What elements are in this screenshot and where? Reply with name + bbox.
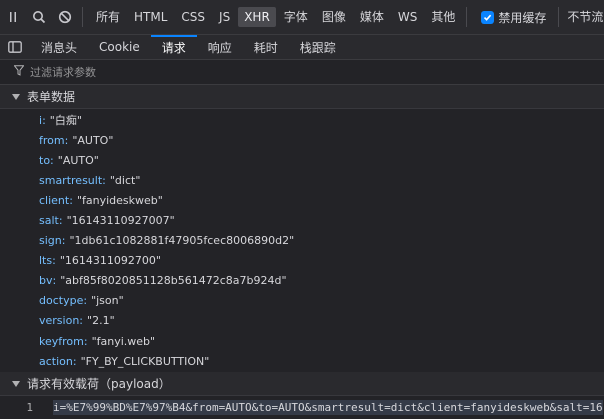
disable-cache-toggle[interactable]: 禁用缓存 (481, 9, 546, 26)
form-param-row[interactable]: keyfrom: "fanyi.web" (0, 331, 604, 351)
filter-ws-button[interactable]: WS (392, 7, 423, 27)
form-param-row[interactable]: action: "FY_BY_CLICKBUTTION" (0, 351, 604, 371)
param-key: client (39, 193, 70, 207)
form-param-row[interactable]: bv: "abf85f8020851128b561472c8a7b924d" (0, 271, 604, 291)
param-value: "fanyi.web" (91, 334, 156, 348)
param-key: lts (39, 254, 53, 268)
filter-other-button[interactable]: 其他 (425, 7, 461, 27)
tab-request[interactable]: 请求 (150, 35, 197, 59)
filter-params-bar[interactable]: 过滤请求参数 (0, 60, 604, 85)
param-value: "2.1" (87, 314, 115, 328)
param-value: "fanyideskweb" (76, 193, 163, 207)
expand-triangle-icon (12, 380, 20, 387)
toggle-sidebar-icon[interactable] (0, 35, 30, 59)
param-key: from (39, 133, 65, 147)
filter-xhr-button[interactable]: XHR (238, 7, 276, 27)
form-param-row[interactable]: salt: "16143110927007" (0, 210, 604, 230)
param-key: bv (39, 274, 53, 288)
type-filter-group: 所有 HTML CSS JS XHR 字体 图像 媒体 WS 其他 (89, 0, 462, 35)
payload-title: 请求有效载荷（payload） (27, 377, 171, 391)
request-detail-tabs: 消息头 Cookie 请求 响应 耗时 栈跟踪 (0, 35, 604, 60)
filter-js-button[interactable]: JS (213, 7, 236, 27)
param-key: smartresult (39, 173, 103, 187)
form-param-row[interactable]: smartresult: "dict" (0, 170, 604, 190)
tab-headers[interactable]: 消息头 (30, 35, 88, 59)
param-value: "1614311092700" (59, 254, 161, 268)
block-icon[interactable] (52, 0, 78, 35)
param-key: to (39, 153, 51, 167)
form-param-row[interactable]: from: "AUTO" (0, 130, 604, 150)
param-value: "白痴" (49, 114, 82, 128)
param-value: "AUTO" (72, 133, 114, 147)
form-param-row[interactable]: sign: "1db61c1082881f47905fcec8006890d2" (0, 231, 604, 251)
tab-timings[interactable]: 耗时 (243, 35, 289, 59)
pause-icon[interactable] (0, 0, 26, 35)
filter-css-button[interactable]: CSS (175, 7, 211, 27)
form-param-row[interactable]: client: "fanyideskweb" (0, 190, 604, 210)
param-value: "abf85f8020851128b561472c8a7b924d" (60, 274, 287, 288)
payload-section-header[interactable]: 请求有效载荷（payload） (0, 372, 604, 396)
filter-params-input[interactable]: 过滤请求参数 (30, 64, 96, 80)
toolbar-divider (82, 7, 83, 27)
form-data-list: i: "白痴" from: "AUTO" to: "AUTO" smartresult… (0, 110, 604, 371)
filter-funnel-icon (13, 65, 25, 79)
filter-html-button[interactable]: HTML (128, 7, 173, 27)
param-key: version (39, 314, 80, 328)
param-value: "dict" (109, 173, 141, 187)
line-number: 1 (26, 400, 33, 414)
param-key: sign (39, 234, 62, 248)
checkbox-checked-icon[interactable] (481, 10, 495, 24)
payload-code-line[interactable]: 1 i=%E7%99%BD%E7%97%B4&from=AUTO&to=AUTO… (0, 397, 604, 417)
param-key: action (39, 354, 73, 368)
toolbar-divider (466, 7, 468, 27)
param-value: "FY_BY_CLICKBUTTION" (80, 354, 210, 368)
network-toolbar: 所有 HTML CSS JS XHR 字体 图像 媒体 WS 其他 禁用缓存 不… (0, 0, 604, 35)
form-param-row[interactable]: i: "白痴" (0, 110, 604, 130)
filter-all-button[interactable]: 所有 (90, 7, 126, 27)
filter-images-button[interactable]: 图像 (316, 7, 352, 27)
tab-cookies[interactable]: Cookie (88, 35, 151, 59)
param-key: keyfrom (39, 334, 84, 348)
param-value: "json" (91, 294, 124, 308)
form-data-section-header[interactable]: 表单数据 (0, 85, 604, 109)
filter-media-button[interactable]: 媒体 (354, 7, 390, 27)
form-param-row[interactable]: doctype: "json" (0, 291, 604, 311)
filter-fonts-button[interactable]: 字体 (278, 7, 314, 27)
form-data-title: 表单数据 (27, 90, 76, 104)
param-value: "1db61c1082881f47905fcec8006890d2" (69, 234, 295, 248)
payload-text[interactable]: i=%E7%99%BD%E7%97%B4&from=AUTO&to=AUTO&s… (53, 399, 603, 415)
param-key: doctype (39, 294, 84, 308)
form-param-row[interactable]: lts: "1614311092700" (0, 251, 604, 271)
param-key: salt (39, 214, 59, 228)
param-value: "AUTO" (57, 153, 99, 167)
search-icon[interactable] (26, 0, 52, 35)
expand-triangle-icon (12, 93, 20, 100)
tab-stack-trace[interactable]: 栈跟踪 (289, 35, 347, 59)
disable-cache-label: 禁用缓存 (498, 10, 547, 25)
form-param-row[interactable]: to: "AUTO" (0, 150, 604, 170)
param-value: "16143110927007" (66, 214, 175, 228)
throttle-select[interactable]: 不节流 (558, 7, 603, 27)
tab-response[interactable]: 响应 (197, 35, 243, 59)
form-param-row[interactable]: version: "2.1" (0, 311, 604, 331)
